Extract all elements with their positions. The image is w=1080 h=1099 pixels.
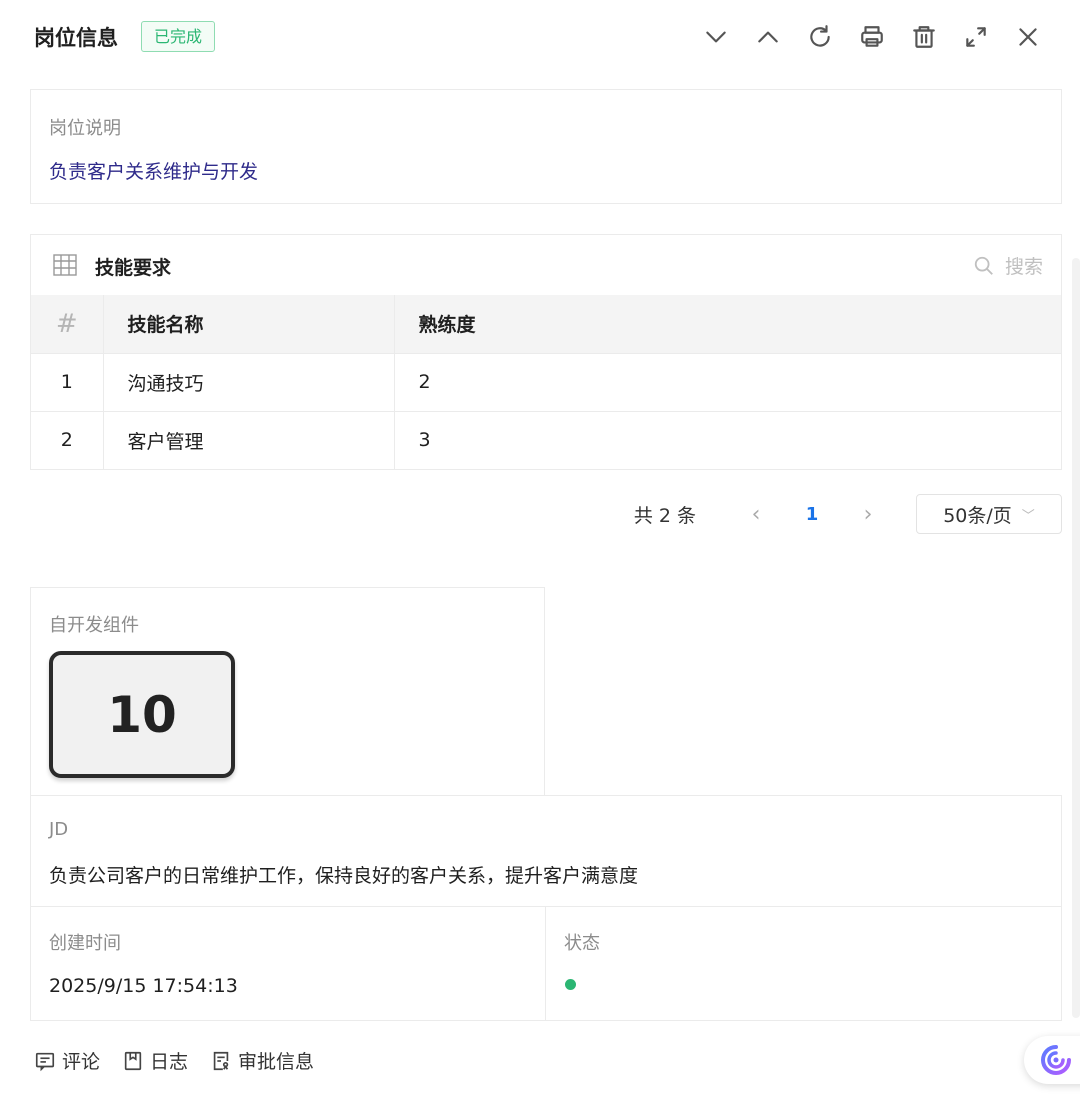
status-badge: 已完成 — [141, 21, 216, 52]
custom-component-field: 自开发组件 10 — [30, 587, 545, 796]
print-icon — [861, 26, 883, 47]
pagination: 共 2 条 ‹ 1 › 50条/页 ﹀ — [634, 494, 1062, 534]
skill-name-cell[interactable]: 客户管理 — [103, 411, 395, 469]
trash-icon — [913, 26, 935, 48]
row-index: 2 — [31, 411, 104, 469]
jd-label: JD — [49, 819, 69, 840]
description-value: 负责客户关系维护与开发 — [49, 161, 259, 183]
search-icon — [974, 256, 993, 275]
chevron-up-icon — [758, 31, 778, 43]
status-field: 状态 — [545, 906, 1062, 1021]
created-time-field: 创建时间 2025/9/15 17:54:13 — [30, 906, 546, 1021]
fullscreen-button[interactable] — [950, 20, 1002, 54]
tab-approval[interactable]: 审批信息 — [210, 1047, 314, 1074]
search-placeholder: 搜索 — [1004, 256, 1043, 278]
counter-display[interactable]: 10 — [49, 651, 235, 778]
row-index: 1 — [31, 353, 104, 412]
jd-field: JD 负责公司客户的日常维护工作，保持良好的客户关系，提升客户满意度 — [30, 795, 1062, 908]
assistant-logo-icon — [1041, 1045, 1071, 1075]
chevron-down-icon: ﹀ — [1021, 508, 1035, 524]
chevron-down-icon — [706, 31, 726, 43]
table-header-row: # 技能名称 熟练度 — [31, 295, 1061, 354]
skills-title: 技能要求 — [95, 257, 172, 279]
skills-header: 技能要求 搜索 — [31, 235, 1061, 295]
tab-comments[interactable]: 评论 — [34, 1047, 100, 1074]
refresh-button[interactable] — [794, 20, 846, 54]
page-title: 岗位信息 — [34, 26, 118, 50]
close-icon — [1019, 28, 1037, 46]
refresh-icon — [810, 25, 830, 47]
expand-icon — [966, 27, 986, 47]
table-row[interactable]: 1 沟通技巧 2 — [31, 353, 1061, 412]
column-header-index: # — [31, 295, 104, 354]
status-dot — [565, 979, 576, 990]
close-button[interactable] — [1002, 20, 1054, 54]
jd-value: 负责公司客户的日常维护工作，保持良好的客户关系，提升客户满意度 — [49, 865, 639, 887]
proficiency-cell[interactable]: 3 — [394, 411, 1061, 469]
tab-logs-label: 日志 — [150, 1051, 189, 1073]
created-time-label: 创建时间 — [49, 933, 121, 954]
ai-assistant-button[interactable] — [1024, 1036, 1080, 1084]
skills-table: # 技能名称 熟练度 1 沟通技巧 2 2 客户管理 3 — [31, 295, 1061, 469]
page-size-value: 50条/页 — [943, 504, 1012, 527]
table-grid-icon — [53, 254, 77, 276]
page-size-select[interactable]: 50条/页 ﹀ — [916, 494, 1062, 534]
footer-tabs: 评论 日志 审批信息 — [34, 1047, 336, 1074]
description-field: 岗位说明 负责客户关系维护与开发 — [30, 89, 1062, 204]
column-header-proficiency[interactable]: 熟练度 — [394, 295, 1061, 354]
next-record-button[interactable] — [690, 20, 742, 54]
table-row[interactable]: 2 客户管理 3 — [31, 411, 1061, 469]
skills-search[interactable]: 搜索 — [973, 252, 1043, 279]
skills-subtable: 技能要求 搜索 # 技能名称 熟练度 1 沟通技巧 2 2 客户管理 3 — [30, 234, 1062, 470]
panel-header: 岗位信息 已完成 — [0, 0, 1080, 74]
header-toolbar — [690, 20, 1054, 54]
prev-page-button[interactable]: ‹ — [728, 502, 784, 527]
skill-name-cell[interactable]: 沟通技巧 — [103, 353, 395, 412]
created-time-value: 2025/9/15 17:54:13 — [49, 975, 238, 997]
print-button[interactable] — [846, 20, 898, 54]
status-label: 状态 — [564, 933, 600, 954]
pagination-total: 共 2 条 — [633, 504, 696, 527]
delete-button[interactable] — [898, 20, 950, 54]
approval-icon — [213, 1051, 229, 1070]
current-page-button[interactable]: 1 — [784, 504, 840, 525]
tab-comments-label: 评论 — [62, 1051, 101, 1073]
proficiency-cell[interactable]: 2 — [394, 353, 1061, 412]
vertical-scrollbar[interactable] — [1072, 258, 1080, 1018]
custom-component-label: 自开发组件 — [49, 615, 139, 636]
bookmark-icon — [124, 1051, 142, 1070]
tab-logs[interactable]: 日志 — [122, 1047, 188, 1074]
previous-record-button[interactable] — [742, 20, 794, 54]
column-header-skill-name[interactable]: 技能名称 — [103, 295, 395, 354]
description-label: 岗位说明 — [49, 118, 121, 139]
next-page-button[interactable]: › — [840, 502, 896, 527]
tab-approval-label: 审批信息 — [238, 1051, 315, 1073]
comment-icon — [35, 1052, 55, 1071]
